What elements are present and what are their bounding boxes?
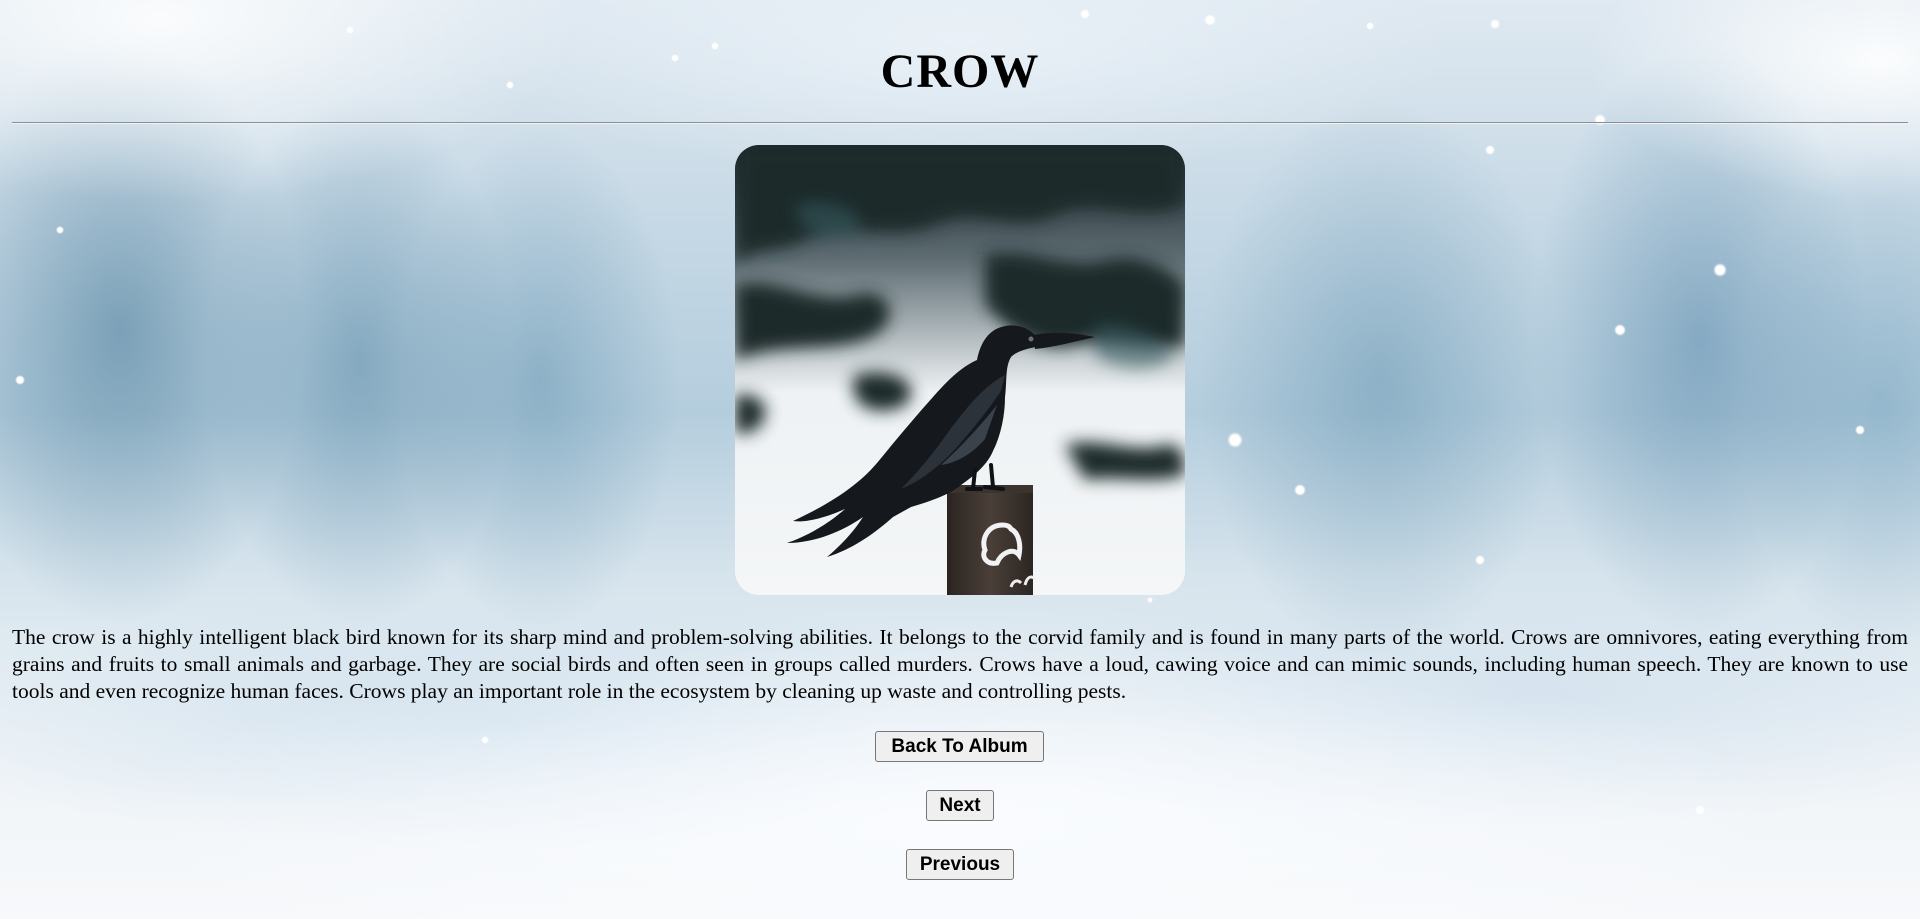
next-button[interactable]: Next <box>926 790 994 821</box>
previous-button[interactable]: Previous <box>906 849 1014 880</box>
title-divider <box>12 122 1908 124</box>
page: CROW The crow is a highly intelligent bl… <box>0 0 1920 919</box>
crow-description: The crow is a highly intelligent black b… <box>12 625 1908 703</box>
page-title: CROW <box>880 45 1040 98</box>
crow-photo <box>735 145 1185 595</box>
back-to-album-button[interactable]: Back To Album <box>875 731 1044 762</box>
